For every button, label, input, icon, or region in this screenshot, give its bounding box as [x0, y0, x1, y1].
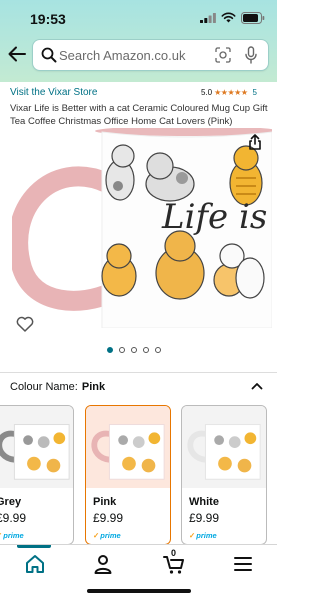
mug-lettering: Life is B: [161, 197, 272, 237]
colour-selected-value: Pink: [81, 381, 106, 393]
heart-icon[interactable]: [16, 316, 34, 332]
swatch-price: £9.99: [0, 511, 27, 525]
wifi-icon: [221, 12, 236, 23]
battery-icon: [241, 12, 265, 24]
colour-label: Colour Name:: [10, 381, 78, 393]
swatch-pink[interactable]: Pink £9.99 ✓prime: [85, 405, 171, 545]
carousel-dot[interactable]: [155, 347, 161, 353]
header-bar: 19:53 Search Amazon.co.uk: [0, 0, 277, 82]
carousel-dot[interactable]: [107, 347, 113, 353]
swatch-name: Pink: [93, 496, 117, 508]
account-icon[interactable]: [92, 553, 114, 575]
back-arrow-icon[interactable]: [7, 44, 27, 64]
active-tab-indicator: [17, 545, 51, 548]
microphone-icon[interactable]: [244, 46, 258, 64]
swatch-name: White: [189, 496, 219, 508]
colour-selector-header[interactable]: Colour Name: Pink: [10, 381, 105, 393]
signal-icon: [200, 13, 216, 23]
swatch-name: Grey: [0, 496, 22, 508]
carousel-dot[interactable]: [143, 347, 149, 353]
home-indicator: [87, 589, 191, 593]
rating-count[interactable]: 5: [252, 88, 256, 97]
status-time: 19:53: [30, 11, 66, 27]
swatch-image: [0, 406, 73, 488]
prime-badge: ✓prime: [93, 531, 121, 540]
swatch-image: [182, 406, 266, 488]
swatch-price: £9.99: [189, 511, 220, 525]
swatch-white[interactable]: White £9.99 ✓prime: [181, 405, 267, 545]
chevron-up-icon[interactable]: [251, 381, 263, 391]
swatch-price: £9.99: [93, 511, 124, 525]
prime-badge: ✓prime: [189, 531, 217, 540]
rating-stars: ★★★★★: [214, 88, 248, 97]
section-divider: [0, 372, 277, 373]
swatch-image: [86, 406, 170, 488]
status-bar: 19:53: [0, 0, 277, 36]
search-input[interactable]: Search Amazon.co.uk: [59, 48, 185, 63]
store-link[interactable]: Visit the Vixar Store: [10, 87, 97, 98]
search-icon: [41, 47, 57, 63]
carousel-dot[interactable]: [131, 347, 137, 353]
image-carousel-dots[interactable]: [107, 347, 161, 353]
product-image[interactable]: Life is B: [12, 128, 272, 328]
rating-value: 5.0: [201, 88, 213, 97]
menu-icon[interactable]: [232, 553, 254, 575]
camera-scan-icon[interactable]: [215, 47, 231, 63]
search-bar[interactable]: Search Amazon.co.uk: [33, 40, 268, 70]
swatch-grey[interactable]: Grey £9.99 ✓prime: [0, 405, 74, 545]
home-icon[interactable]: [24, 553, 46, 575]
share-icon[interactable]: [248, 134, 262, 150]
rating-summary[interactable]: 5.0 ★★★★★ 5: [201, 88, 257, 97]
cart-count: 0: [171, 548, 177, 558]
prime-badge: ✓prime: [0, 531, 24, 540]
product-title: Vixar Life is Better with a cat Ceramic …: [10, 103, 268, 127]
colour-swatch-list: Grey £9.99 ✓prime Pink £9.99 ✓prime Whit…: [0, 405, 277, 545]
carousel-dot[interactable]: [119, 347, 125, 353]
